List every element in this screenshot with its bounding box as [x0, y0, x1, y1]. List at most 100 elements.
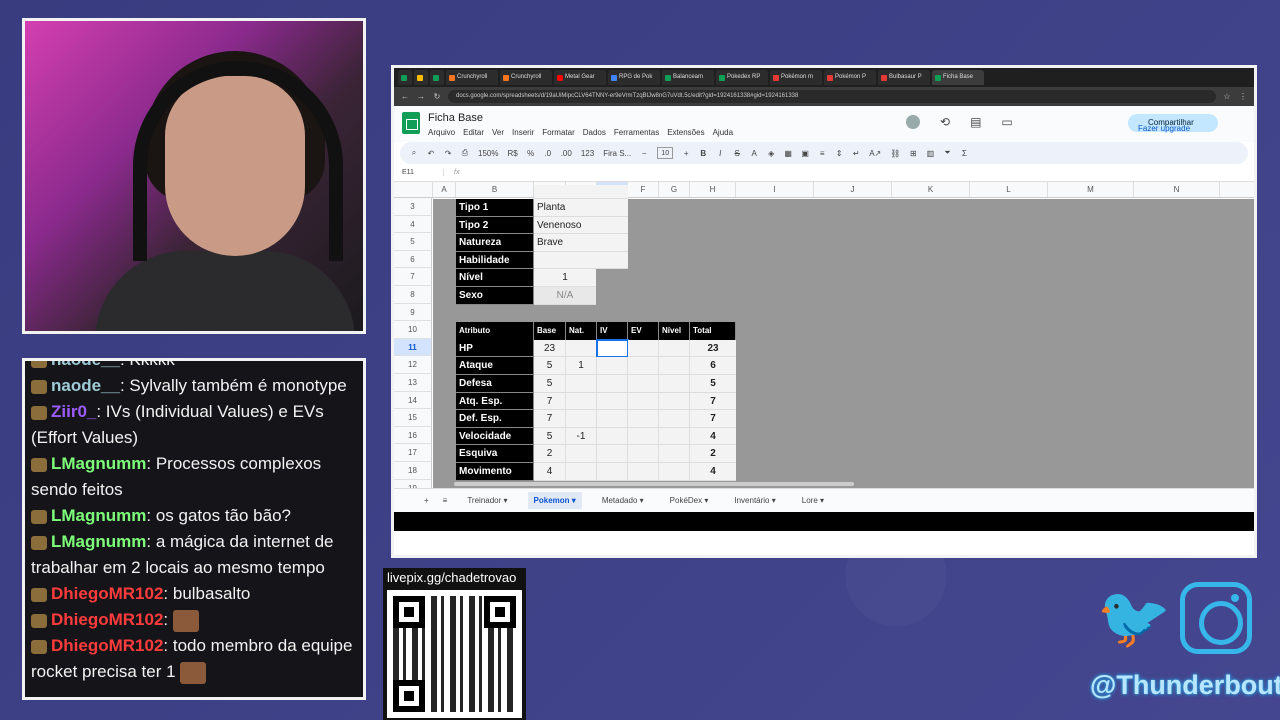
- chat-username[interactable]: DhiegoMR102: [51, 584, 163, 603]
- row-header[interactable]: 4: [394, 216, 431, 234]
- upgrade-button[interactable]: Fazer upgrade: [1134, 120, 1194, 138]
- column-header[interactable]: L: [970, 182, 1048, 197]
- chevron-down-icon[interactable]: ▾: [702, 496, 708, 505]
- menu-item[interactable]: Extensões: [667, 128, 704, 137]
- stat-name-cell[interactable]: Velocidade: [456, 427, 534, 446]
- italic-icon[interactable]: I: [716, 149, 724, 158]
- stat-name-cell[interactable]: Defesa: [456, 375, 534, 393]
- column-header[interactable]: K: [892, 182, 970, 197]
- stat-header-cell[interactable]: IV: [597, 322, 628, 340]
- sheet-tab[interactable]: Pokemon ▾: [527, 492, 582, 509]
- stat-base-cell[interactable]: 4: [534, 463, 566, 481]
- cell-area[interactable]: Tipo 1 Planta Tipo 2 Venenoso Natureza Brave H…: [433, 185, 1254, 488]
- stat-level-cell[interactable]: [659, 357, 690, 375]
- stat-ev-cell[interactable]: [628, 410, 659, 428]
- info-value-cell[interactable]: 1: [534, 269, 596, 287]
- column-header[interactable]: M: [1048, 182, 1134, 197]
- chat-username[interactable]: LMagnumm: [51, 506, 146, 525]
- functions-icon[interactable]: Σ: [960, 149, 968, 158]
- stat-total-cell[interactable]: 2: [690, 445, 736, 463]
- stat-nat-cell[interactable]: [566, 463, 597, 481]
- stat-ev-cell[interactable]: [628, 339, 659, 358]
- collaborator-avatar[interactable]: [906, 115, 920, 129]
- stat-nat-cell[interactable]: [566, 339, 597, 358]
- spreadsheet-grid[interactable]: ABCDEFGHIJKLMN 3456789101112131415161718…: [394, 182, 1254, 488]
- stat-nat-cell[interactable]: [566, 375, 597, 393]
- row-header[interactable]: 15: [394, 409, 431, 427]
- stat-level-cell[interactable]: [659, 410, 690, 428]
- chat-username[interactable]: Ziir0_: [51, 402, 96, 421]
- browser-tab[interactable]: Pokémon P: [824, 70, 876, 85]
- chat-username[interactable]: LMagnumm: [51, 532, 146, 551]
- info-label-cell[interactable]: Natureza: [456, 234, 534, 252]
- stat-iv-cell[interactable]: [597, 357, 628, 375]
- stat-total-cell[interactable]: 7: [690, 392, 736, 411]
- rotate-icon[interactable]: A↗: [869, 149, 881, 158]
- merge-icon[interactable]: ▣: [801, 149, 809, 158]
- browser-tab[interactable]: RPG de Pok: [608, 70, 660, 85]
- back-icon[interactable]: ←: [400, 92, 410, 101]
- row-header[interactable]: 14: [394, 392, 431, 410]
- filter-icon[interactable]: ⏷: [943, 148, 951, 158]
- stat-level-cell[interactable]: [659, 375, 690, 393]
- stat-nat-cell[interactable]: [566, 392, 597, 411]
- menu-item[interactable]: Arquivo: [428, 128, 455, 137]
- borders-icon[interactable]: ▦: [784, 149, 792, 158]
- row-header[interactable]: 17: [394, 444, 431, 462]
- stat-iv-cell[interactable]: [597, 410, 628, 428]
- info-label-cell[interactable]: Tipo 1: [456, 199, 534, 217]
- browser-tab[interactable]: Pokémon m: [770, 70, 822, 85]
- link-icon[interactable]: ⛓: [890, 149, 900, 158]
- search-icon[interactable]: ⌕: [410, 148, 418, 158]
- comment-icon[interactable]: ⊞: [909, 149, 917, 158]
- select-all-corner[interactable]: [394, 182, 433, 197]
- row-header[interactable]: 18: [394, 462, 431, 480]
- stat-level-cell[interactable]: [659, 427, 690, 446]
- decrease-decimal-button[interactable]: .0: [544, 149, 552, 158]
- column-header[interactable]: N: [1134, 182, 1220, 197]
- stat-total-cell[interactable]: 7: [690, 410, 736, 428]
- stat-base-cell[interactable]: 5: [534, 375, 566, 393]
- row-header[interactable]: 16: [394, 427, 431, 445]
- chevron-down-icon[interactable]: ▾: [501, 496, 508, 505]
- zoom-select[interactable]: 150%: [478, 149, 498, 158]
- sheet-tab[interactable]: Metadado ▾: [596, 492, 650, 509]
- fill-color-icon[interactable]: ◈: [767, 149, 775, 158]
- menu-item[interactable]: Ferramentas: [614, 128, 659, 137]
- stat-name-cell[interactable]: Movimento: [456, 463, 534, 481]
- stat-ev-cell[interactable]: [628, 392, 659, 411]
- wrap-icon[interactable]: ↵: [852, 149, 860, 158]
- stat-nat-cell[interactable]: [566, 410, 597, 428]
- all-sheets-icon[interactable]: ≡: [443, 496, 448, 505]
- stat-total-cell[interactable]: 5: [690, 375, 736, 393]
- stat-ev-cell[interactable]: [628, 463, 659, 481]
- font-size-increase[interactable]: +: [682, 149, 690, 158]
- add-sheet-icon[interactable]: +: [424, 496, 429, 505]
- chat-username[interactable]: DhiegoMR102: [51, 636, 163, 655]
- stat-nat-cell[interactable]: 1: [566, 357, 597, 375]
- menu-item[interactable]: Ajuda: [713, 128, 733, 137]
- percent-button[interactable]: %: [527, 149, 535, 158]
- currency-button[interactable]: R$: [507, 149, 517, 158]
- horizontal-scrollbar[interactable]: [454, 482, 854, 486]
- font-size-field[interactable]: 10: [657, 147, 674, 159]
- stat-level-cell[interactable]: [659, 463, 690, 481]
- chevron-down-icon[interactable]: ▾: [570, 496, 576, 505]
- forward-icon[interactable]: →: [416, 92, 426, 101]
- history-icon[interactable]: ⟲: [940, 115, 950, 129]
- stat-name-cell[interactable]: Esquiva: [456, 445, 534, 463]
- stat-header-cell[interactable]: Nível: [659, 322, 690, 340]
- stat-level-cell[interactable]: [659, 445, 690, 463]
- stat-header-cell[interactable]: Nat.: [566, 322, 597, 340]
- extensions-icon[interactable]: ⋮: [1238, 92, 1248, 101]
- number-format-button[interactable]: 123: [581, 149, 594, 158]
- stat-base-cell[interactable]: 7: [534, 392, 566, 411]
- info-label-cell[interactable]: Nível: [456, 269, 534, 287]
- menu-item[interactable]: Dados: [583, 128, 606, 137]
- stat-header-cell[interactable]: Total: [690, 322, 736, 340]
- row-header[interactable]: 12: [394, 356, 431, 374]
- stat-base-cell[interactable]: 5: [534, 427, 566, 446]
- info-value-cell[interactable]: Venenoso: [534, 216, 628, 235]
- menu-item[interactable]: Inserir: [512, 128, 534, 137]
- stat-iv-cell[interactable]: [597, 427, 628, 446]
